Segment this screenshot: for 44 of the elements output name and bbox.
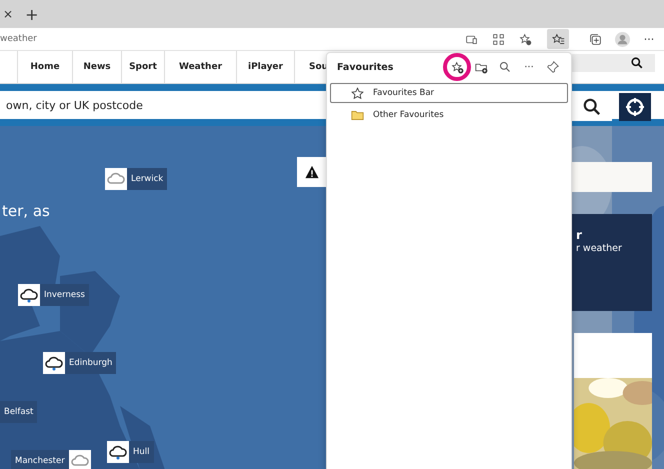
cloud-icon <box>68 450 91 469</box>
collections-icon <box>588 32 602 46</box>
site-search-button[interactable] <box>572 54 655 72</box>
nav-link[interactable]: Home <box>18 51 73 83</box>
nav-link[interactable]: Weather <box>165 51 237 83</box>
hero-text: ter, as <box>2 202 50 220</box>
map-location-label[interactable]: Manchester <box>11 450 69 469</box>
grid-icon <box>492 32 504 46</box>
search-icon <box>631 57 643 69</box>
map-location-label[interactable]: Belfast <box>0 401 38 423</box>
map-location-label[interactable]: Edinburgh <box>65 352 116 374</box>
folder-icon <box>351 108 364 122</box>
locate-button[interactable] <box>619 93 651 121</box>
favourites-item[interactable]: Favourites Bar <box>330 83 568 103</box>
target-icon <box>625 97 645 117</box>
star-plus-icon <box>518 32 532 46</box>
favourites-button[interactable] <box>547 29 569 49</box>
nav-link[interactable]: News <box>73 51 122 83</box>
avatar-icon <box>614 32 630 46</box>
star-plus-icon <box>450 60 464 74</box>
warning-triangle-icon <box>304 165 318 179</box>
more-button[interactable]: ··· <box>638 29 660 49</box>
rain-cloud-icon <box>18 284 40 306</box>
nav-link[interactable]: Sport <box>122 51 165 83</box>
new-tab-button[interactable]: + <box>25 4 38 24</box>
search-icon <box>583 98 601 116</box>
location-search-field[interactable]: own, city or UK postcode <box>0 98 322 112</box>
favourites-item[interactable]: Other Favourites <box>330 105 568 125</box>
rain-cloud-icon <box>107 441 129 463</box>
star-icon <box>351 86 364 100</box>
address-field[interactable]: weather <box>0 34 37 44</box>
map-location-label[interactable]: Lerwick <box>127 168 168 190</box>
map-location-label[interactable]: Hull <box>129 441 154 463</box>
panel-title: Favourites <box>337 62 394 72</box>
search-icon <box>499 61 511 73</box>
pin-icon <box>547 61 559 73</box>
cloud-icon <box>105 168 127 190</box>
add-favourite-button[interactable] <box>443 53 471 81</box>
rain-cloud-icon <box>43 352 65 374</box>
star-list-icon <box>552 32 564 46</box>
nav-link[interactable]: iPlayer <box>237 51 295 83</box>
more-button[interactable]: ··· <box>519 57 539 77</box>
map-location-label[interactable]: Inverness <box>40 284 89 306</box>
tab-close-button[interactable]: × <box>3 7 14 21</box>
